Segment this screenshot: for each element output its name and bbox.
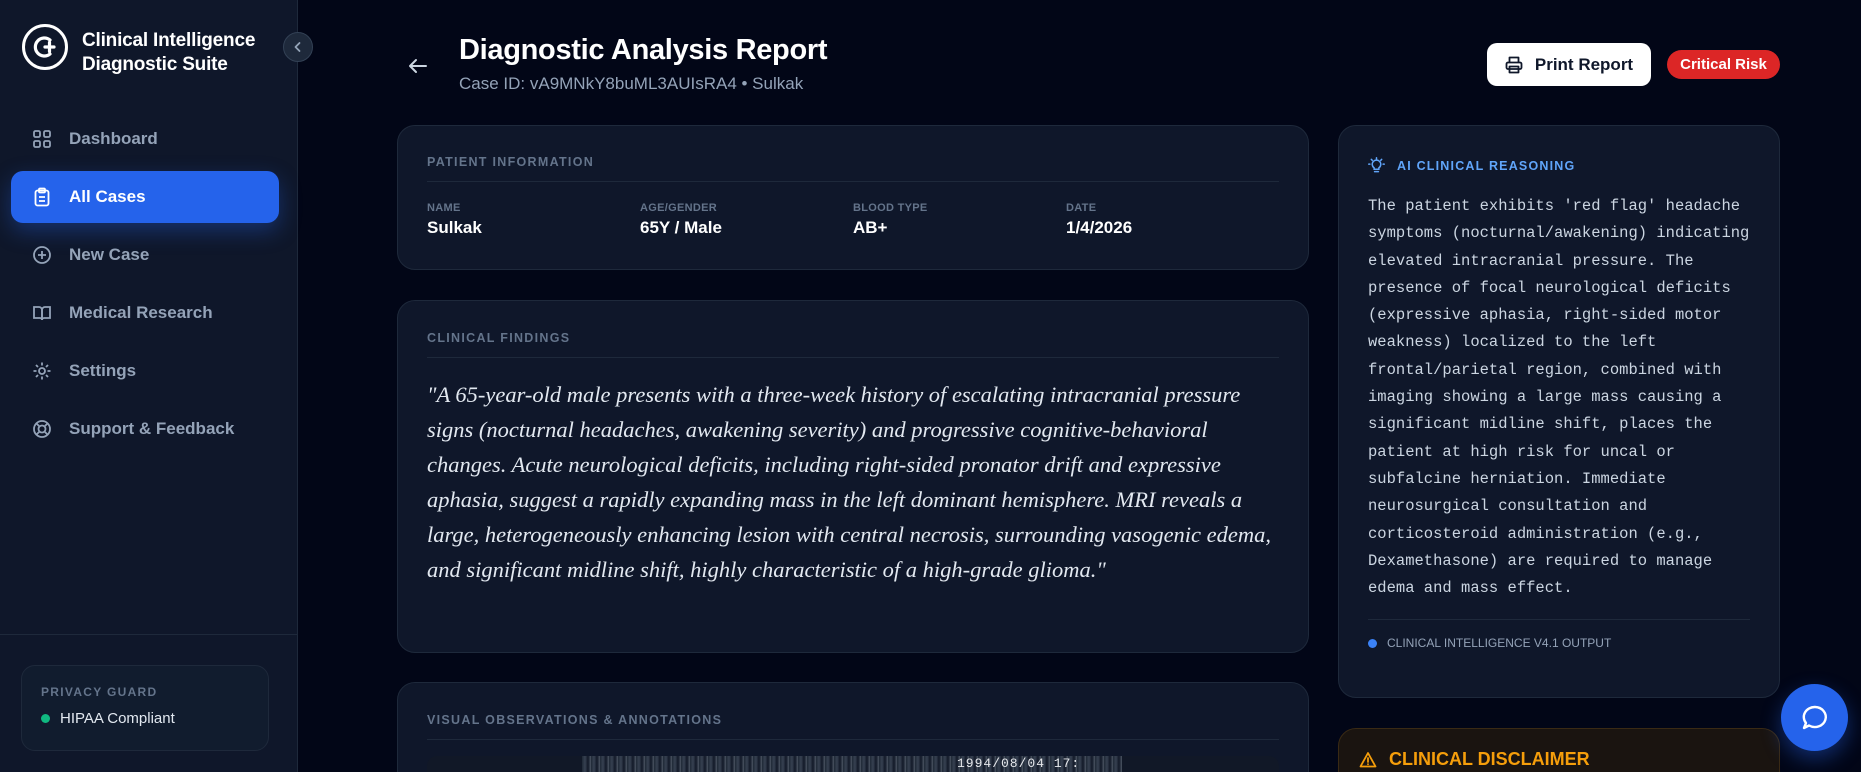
clinical-findings-text: "A 65-year-old male presents with a thre… [427,382,1272,582]
field-label: DATE [1066,202,1097,214]
patient-blood-type-field: BLOOD TYPE AB+ [853,202,1066,238]
sidebar-item-dashboard[interactable]: Dashboard [11,113,279,165]
back-button[interactable] [404,52,432,80]
sidebar-footer: PRIVACY GUARD HIPAA Compliant [0,634,298,772]
section-label: PATIENT INFORMATION [427,155,595,169]
warning-triangle-icon [1359,751,1377,769]
brand[interactable]: Clinical Intelligence Diagnostic Suite [22,24,262,77]
status-dot-icon [1368,638,1377,648]
sidebar-item-all-cases[interactable]: All Cases [11,171,279,223]
sidebar: Clinical Intelligence Diagnostic Suite D… [0,0,298,772]
lifebuoy-icon [31,418,53,440]
divider [427,181,1279,182]
sidebar-item-label: All Cases [69,187,146,206]
reasoning-label: AI CLINICAL REASONING [1397,158,1576,173]
plus-circle-icon [31,244,53,266]
patient-age-gender-field: AGE/GENDER 65Y / Male [640,202,853,238]
field-value: AB+ [853,218,888,237]
patient-date-field: DATE 1/4/2026 [1066,202,1279,238]
visual-observations-card: VISUAL OBSERVATIONS & ANNOTATIONS 1994/0… [397,682,1309,772]
sidebar-item-settings[interactable]: Settings [11,345,279,397]
chat-support-button[interactable] [1781,684,1848,751]
printer-icon [1505,56,1523,74]
sidebar-item-label: Support & Feedback [69,419,235,438]
field-value: Sulkak [427,218,482,237]
disclaimer-title: CLINICAL DISCLAIMER [1389,749,1590,769]
scan-image-container[interactable]: 1994/08/04 17: [427,756,1279,772]
field-label: BLOOD TYPE [853,202,928,214]
patient-fields: NAME Sulkak AGE/GENDER 65Y / Male BLOOD … [427,202,1279,238]
divider [1368,619,1750,621]
privacy-guard-card: PRIVACY GUARD HIPAA Compliant [21,665,269,751]
divider [427,739,1279,740]
sidebar-item-medical-research[interactable]: Medical Research [11,287,279,339]
sidebar-item-label: Settings [69,361,137,380]
sidebar-item-support[interactable]: Support & Feedback [11,403,279,455]
page-title: Diagnostic Analysis Report [459,34,828,66]
privacy-status: HIPAA Compliant [41,710,249,727]
field-value: 65Y / Male [640,218,722,237]
lightbulb-icon [1368,157,1385,174]
model-version-label: CLINICAL INTELLIGENCE V4.1 OUTPUT [1387,636,1612,651]
grid-icon [31,128,53,150]
sidebar-item-label: Dashboard [69,129,158,148]
sidebar-item-label: New Case [69,245,150,264]
field-label: NAME [427,202,461,214]
field-label: AGE/GENDER [640,202,717,214]
risk-badge: Critical Risk [1667,50,1780,79]
clipboard-icon [31,186,53,208]
sidebar-item-new-case[interactable]: New Case [11,229,279,281]
chat-bubble-icon [1802,705,1827,729]
sidebar-nav: Dashboard All Cases New Case Medical Res… [11,113,279,461]
reasoning-text: The patient exhibits 'red flag' headache… [1368,197,1750,598]
collapse-sidebar-button[interactable] [283,32,313,62]
clinical-findings-card: CLINICAL FINDINGS "A 65-year-old male pr… [397,300,1309,653]
chevron-left-icon [294,42,301,52]
section-label: CLINICAL FINDINGS [427,331,571,345]
reasoning-header: AI CLINICAL REASONING [1368,157,1750,174]
disclaimer-header: CLINICAL DISCLAIMER [1359,749,1759,770]
patient-name-field: NAME Sulkak [427,202,640,238]
gear-icon [31,360,53,382]
divider [427,357,1279,358]
patient-information-card: PATIENT INFORMATION NAME Sulkak AGE/GEND… [397,125,1309,270]
sidebar-item-label: Medical Research [69,303,213,322]
privacy-status-text: HIPAA Compliant [60,710,175,727]
clinical-disclaimer-card: CLINICAL DISCLAIMER [1338,728,1780,772]
print-report-button[interactable]: Print Report [1487,43,1651,86]
arrow-left-icon [409,59,427,73]
brand-logo-icon [22,24,68,70]
brand-title: Clinical Intelligence Diagnostic Suite [82,30,256,75]
scan-timestamp: 1994/08/04 17: [957,756,1081,771]
section-label: VISUAL OBSERVATIONS & ANNOTATIONS [427,713,723,727]
book-icon [31,302,53,324]
print-report-label: Print Report [1534,54,1634,74]
privacy-guard-label: PRIVACY GUARD [41,685,158,699]
field-value: 1/4/2026 [1066,218,1133,237]
status-dot-icon [41,714,50,723]
case-id-subtitle: Case ID: vA9MNkY8buML3AUIsRA4 • Sulkak [459,74,804,93]
reasoning-footer: CLINICAL INTELLIGENCE V4.1 OUTPUT [1368,636,1750,650]
ai-clinical-reasoning-card: AI CLINICAL REASONING The patient exhibi… [1338,125,1780,698]
